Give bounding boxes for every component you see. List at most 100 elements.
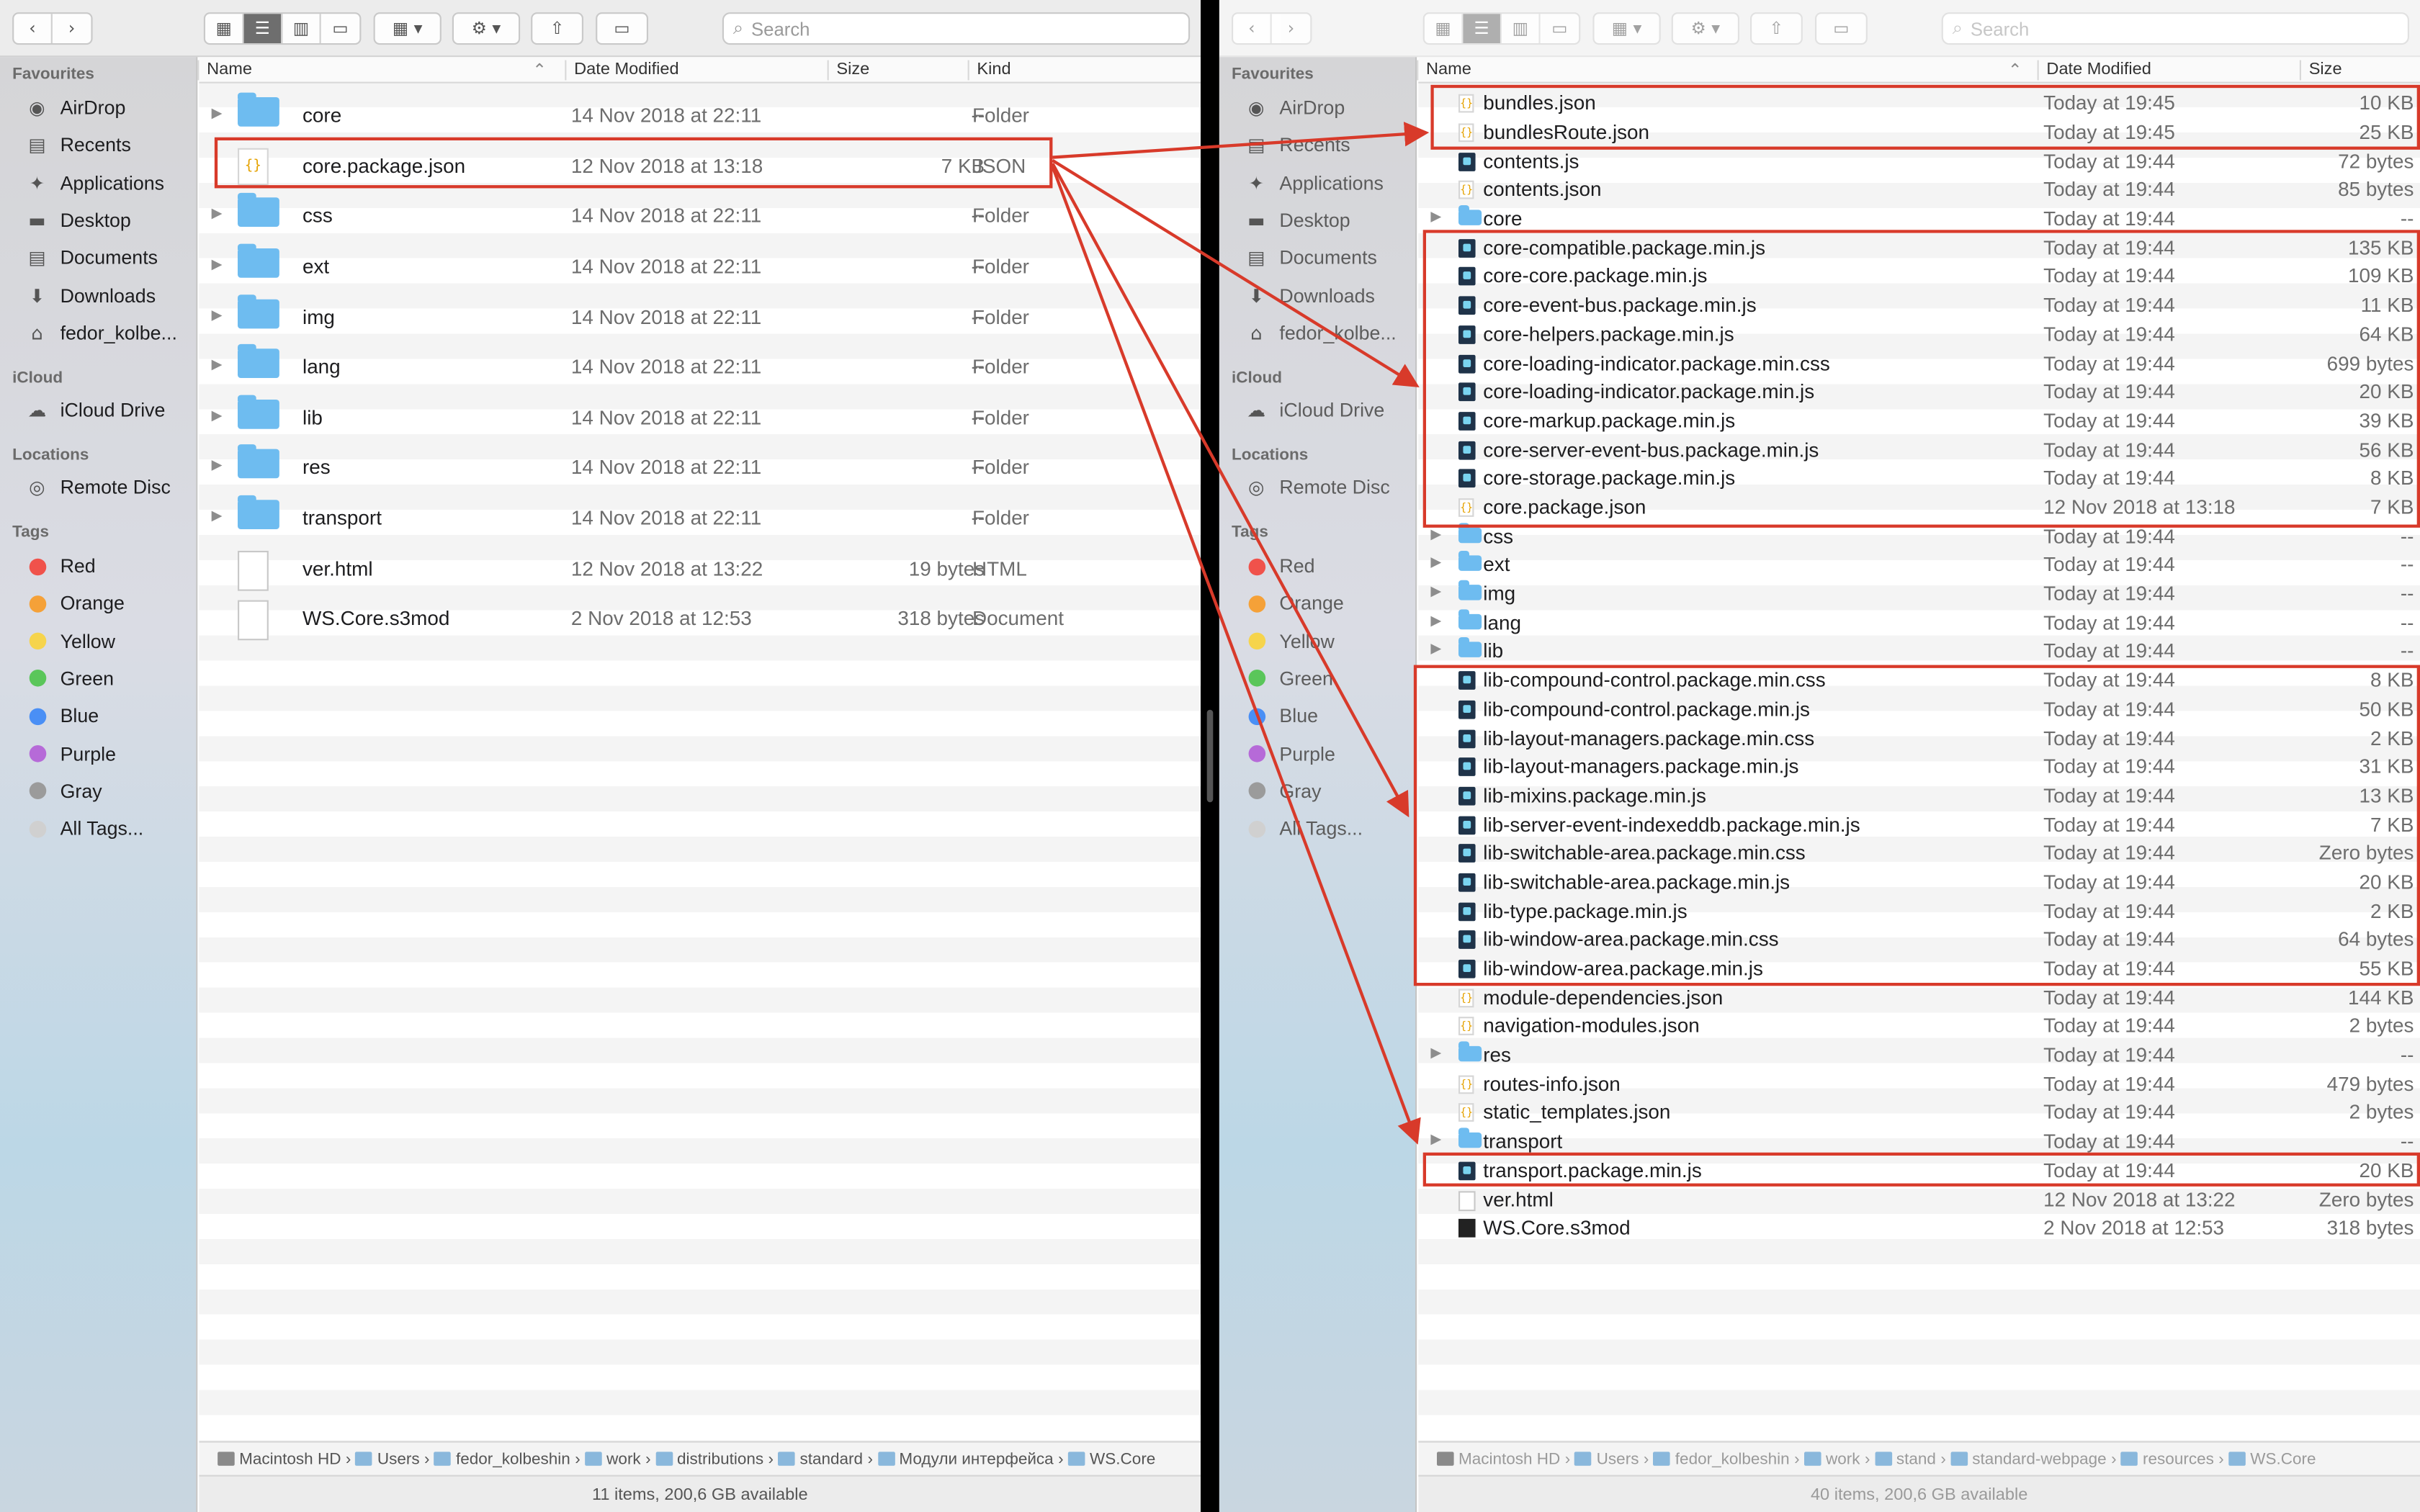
sidebar-item-green[interactable]: Green [24, 663, 114, 694]
file-row[interactable]: core-loading-indicator.package.min.js Tod… [1418, 378, 2420, 407]
sidebar-item-applications[interactable]: ✦ Applications [24, 168, 164, 199]
sidebar-item-fedor-kolbe[interactable]: ⌂ fedor_kolbe... [24, 318, 177, 348]
sidebar-item-icloud-drive[interactable]: ☁ iCloud Drive [1244, 395, 1384, 426]
sidebar-item-downloads[interactable]: ⬇ Downloads [24, 280, 156, 311]
column-separator[interactable] [1417, 60, 1419, 81]
gallery-view-button[interactable]: ▭ [321, 14, 360, 43]
sidebar-item-orange[interactable]: Orange [1244, 588, 1344, 619]
path-segment[interactable]: WS.Core [1068, 1449, 1155, 1468]
file-row[interactable]: lib-layout-managers.package.min.js Today … [1418, 752, 2420, 781]
file-row[interactable]: core-markup.package.min.js Today at 19:44… [1418, 407, 2420, 436]
file-row[interactable]: {} static_templates.json Today at 19:44 2 b… [1418, 1099, 2420, 1128]
share-button[interactable]: ⇧ [1750, 12, 1803, 45]
sidebar-item-downloads[interactable]: ⬇ Downloads [1244, 280, 1375, 311]
file-row[interactable]: ▶ img Today at 19:44 -- [1418, 580, 2420, 608]
sidebar-item-desktop[interactable]: ▬ Desktop [24, 205, 131, 236]
sidebar-item-airdrop[interactable]: ◉ AirDrop [1244, 93, 1345, 124]
file-row[interactable]: {} module-dependencies.json Today at 19:44… [1418, 984, 2420, 1012]
action-gear-button[interactable]: ⚙ ▾ [1671, 12, 1739, 45]
file-row[interactable]: core-compatible.package.min.js Today at 1… [1418, 234, 2420, 263]
file-row[interactable]: core-core.package.min.js Today at 19:44 10… [1418, 263, 2420, 292]
file-row[interactable]: {} core.package.json 12 Nov 2018 at 13:18 7… [1418, 493, 2420, 522]
column-header-size[interactable]: Size [2309, 60, 2342, 79]
path-segment[interactable]: Macintosh HD [218, 1449, 341, 1468]
list-view-button[interactable]: ☰ [1463, 14, 1502, 43]
disclosure-triangle-icon[interactable]: ▶ [1430, 613, 1441, 629]
file-row[interactable]: lib-layout-managers.package.min.css Today… [1418, 724, 2420, 752]
file-row[interactable]: lib-switchable-area.package.min.css Today… [1418, 840, 2420, 868]
file-row[interactable]: ▶ core Today at 19:44 -- [1418, 204, 2420, 233]
path-segment[interactable]: standard-webpage [1950, 1449, 2107, 1468]
column-view-button[interactable]: ▥ [282, 14, 321, 43]
disclosure-triangle-icon[interactable]: ▶ [212, 258, 223, 273]
group-by-button[interactable]: ▦ ▾ [1592, 12, 1661, 45]
file-row[interactable]: ▶ transport Today at 19:44 -- [1418, 1128, 2420, 1156]
file-row[interactable]: lib-mixins.package.min.js Today at 19:44 1… [1418, 781, 2420, 810]
disclosure-triangle-icon[interactable]: ▶ [1430, 585, 1441, 600]
column-header-size[interactable]: Size [836, 60, 869, 79]
path-segment[interactable]: WS.Core [2228, 1449, 2316, 1468]
sidebar-item-icloud-drive[interactable]: ☁ iCloud Drive [24, 395, 166, 426]
file-row[interactable]: {} bundles.json Today at 19:45 10 KB [1418, 89, 2420, 118]
file-row[interactable]: lib-switchable-area.package.min.js Today … [1418, 868, 2420, 897]
column-header-date[interactable]: Date Modified [2046, 60, 2151, 79]
file-row[interactable]: ver.html 12 Nov 2018 at 13:22 Zero bytes [1418, 1185, 2420, 1214]
gallery-view-button[interactable]: ▭ [1541, 14, 1579, 43]
sidebar-item-all-tags[interactable]: All Tags... [1244, 813, 1363, 844]
column-separator[interactable] [565, 60, 567, 81]
column-separator[interactable] [827, 60, 829, 81]
path-segment[interactable]: stand [1874, 1449, 1936, 1468]
disclosure-triangle-icon[interactable]: ▶ [212, 459, 223, 474]
sidebar-item-gray[interactable]: Gray [1244, 775, 1321, 806]
disclosure-triangle-icon[interactable]: ▶ [1430, 556, 1441, 571]
disclosure-triangle-icon[interactable]: ▶ [1430, 1133, 1441, 1148]
disclosure-triangle-icon[interactable]: ▶ [1430, 1046, 1441, 1061]
file-row[interactable]: ▶ ext 14 Nov 2018 at 22:11 -- Folder [199, 242, 1201, 292]
path-segment[interactable]: standard [778, 1449, 863, 1468]
file-row[interactable]: core-storage.package.min.js Today at 19:4… [1418, 464, 2420, 493]
sidebar-item-yellow[interactable]: Yellow [1244, 626, 1335, 657]
sidebar-item-blue[interactable]: Blue [1244, 701, 1318, 732]
file-row[interactable]: lib-compound-control.package.min.css Toda… [1418, 666, 2420, 695]
file-row[interactable]: WS.Core.s3mod 2 Nov 2018 at 12:53 318 byte… [199, 594, 1201, 644]
file-row[interactable]: ▶ lib 14 Nov 2018 at 22:11 -- Folder [199, 393, 1201, 444]
column-header-name[interactable]: Name [207, 60, 252, 79]
disclosure-triangle-icon[interactable]: ▶ [212, 207, 223, 222]
search-field[interactable]: ⌕ Search [722, 12, 1191, 45]
file-row[interactable]: ▶ core 14 Nov 2018 at 22:11 -- Folder [199, 91, 1201, 141]
file-row[interactable]: lib-type.package.min.js Today at 19:44 2 K… [1418, 897, 2420, 926]
file-row[interactable]: lib-server-event-indexeddb.package.min.j… [1418, 811, 2420, 840]
disclosure-triangle-icon[interactable]: ▶ [212, 509, 223, 524]
path-segment[interactable]: resources [2121, 1449, 2214, 1468]
path-segment[interactable]: Users [355, 1449, 420, 1468]
sidebar-item-purple[interactable]: Purple [24, 738, 116, 769]
disclosure-triangle-icon[interactable]: ▶ [212, 107, 223, 122]
disclosure-triangle-icon[interactable]: ▶ [1430, 527, 1441, 542]
sidebar-item-airdrop[interactable]: ◉ AirDrop [24, 93, 125, 124]
file-row[interactable]: {} routes-info.json Today at 19:44 479 byte… [1418, 1070, 2420, 1099]
sidebar-item-documents[interactable]: ▤ Documents [1244, 243, 1377, 274]
sidebar-item-desktop[interactable]: ▬ Desktop [1244, 205, 1350, 236]
disclosure-triangle-icon[interactable]: ▶ [212, 308, 223, 323]
file-row[interactable]: lib-compound-control.package.min.js Today… [1418, 695, 2420, 724]
file-row[interactable]: {} core.package.json 12 Nov 2018 at 13:18 7… [199, 141, 1201, 192]
file-row[interactable]: lib-window-area.package.min.js Today at 1… [1418, 955, 2420, 984]
file-row[interactable]: {} bundlesRoute.json Today at 19:45 25 KB [1418, 118, 2420, 147]
column-separator[interactable] [2299, 60, 2301, 81]
sidebar-item-green[interactable]: Green [1244, 663, 1333, 694]
path-segment[interactable]: work [585, 1449, 641, 1468]
sidebar-item-remote-disc[interactable]: ◎ Remote Disc [24, 472, 171, 503]
file-row[interactable]: ▶ lang 14 Nov 2018 at 22:11 -- Folder [199, 343, 1201, 393]
back-button[interactable]: ‹ [1233, 14, 1272, 43]
file-row[interactable]: ▶ res 14 Nov 2018 at 22:11 -- Folder [199, 443, 1201, 493]
search-placeholder[interactable]: Search [1971, 18, 2029, 40]
group-by-button[interactable]: ▦ ▾ [373, 12, 442, 45]
file-row[interactable]: ver.html 12 Nov 2018 at 13:22 19 bytes HTML [199, 544, 1201, 594]
column-separator[interactable] [2037, 60, 2039, 81]
file-row[interactable]: core-event-bus.package.min.js Today at 19… [1418, 292, 2420, 320]
tags-button[interactable]: ▭ [596, 12, 648, 45]
column-view-button[interactable]: ▥ [1502, 14, 1541, 43]
sidebar-item-yellow[interactable]: Yellow [24, 626, 115, 657]
sidebar-item-recents[interactable]: ▤ Recents [24, 130, 131, 161]
column-header-kind[interactable]: Kind [977, 60, 1010, 79]
